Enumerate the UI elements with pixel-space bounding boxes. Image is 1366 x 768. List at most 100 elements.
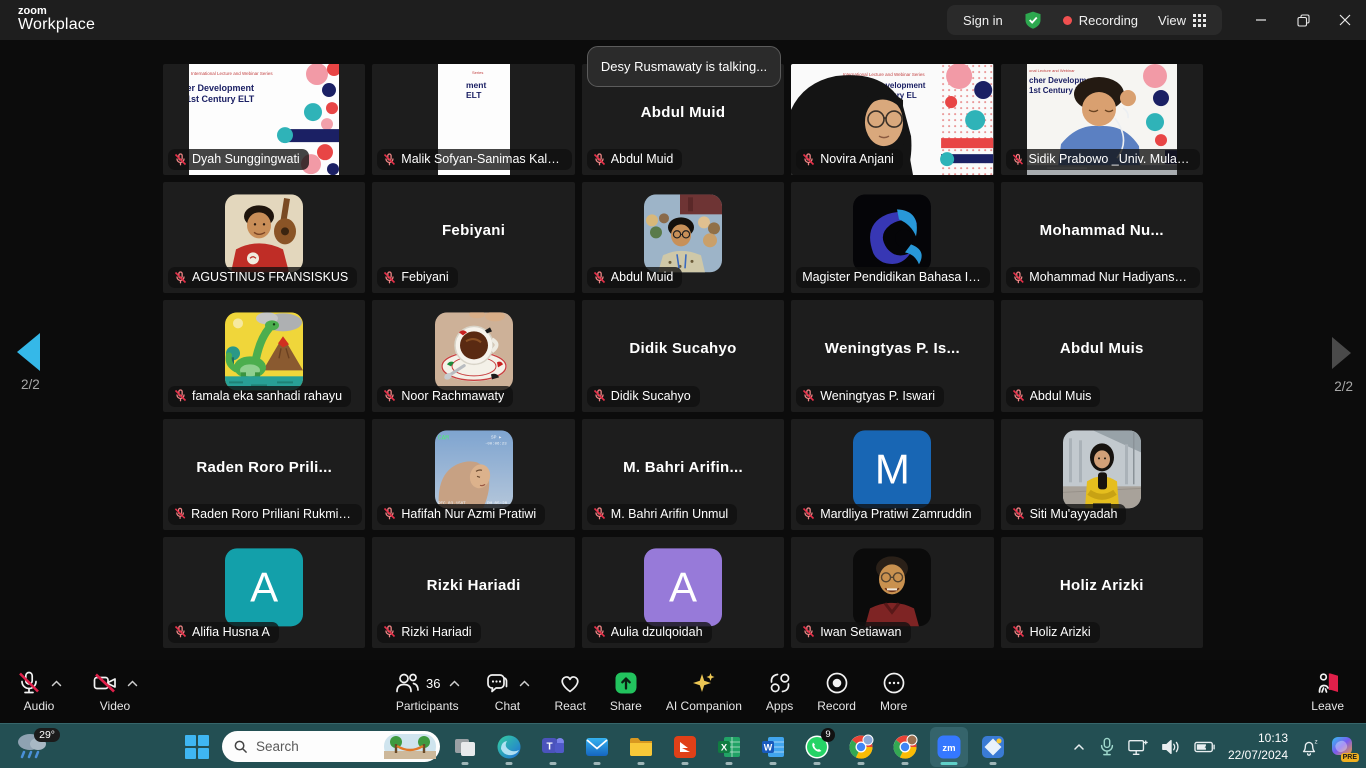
react-button[interactable]: React bbox=[552, 666, 587, 717]
record-button[interactable]: Record bbox=[815, 666, 858, 717]
view-button[interactable]: View bbox=[1158, 13, 1206, 28]
logo-workplace-text: Workplace bbox=[18, 17, 95, 34]
participant-tile[interactable]: M. Bahri Arifin...M. Bahri Arifin Unmul bbox=[582, 419, 784, 530]
participant-tile[interactable]: Weningtyas P. Is...Weningtyas P. Iswari bbox=[791, 300, 993, 411]
photos-taskbar-icon[interactable] bbox=[974, 727, 1012, 767]
recording-indicator[interactable]: Recording bbox=[1063, 13, 1138, 28]
participant-name: Iwan Setiawan bbox=[820, 625, 901, 639]
participant-tile[interactable]: Abdul MuisAbdul Muis bbox=[1001, 300, 1203, 411]
participant-tile[interactable]: International Lecture and Webinar Series… bbox=[163, 64, 365, 175]
share-button[interactable]: Share bbox=[608, 666, 644, 717]
running-indicator bbox=[462, 762, 469, 765]
minimize-button[interactable] bbox=[1240, 0, 1282, 40]
microphone-icon[interactable] bbox=[1098, 737, 1116, 757]
participant-nameplate: Sidik Prabowo _Univ. Mulawar... bbox=[1006, 149, 1200, 170]
participant-tile[interactable]: Holiz ArizkiHoliz Arizki bbox=[1001, 537, 1203, 648]
mic-muted-icon bbox=[1012, 271, 1025, 284]
mic-muted-icon bbox=[383, 389, 396, 402]
leave-button[interactable]: Leave bbox=[1309, 666, 1346, 717]
chat-button[interactable]: Chat bbox=[482, 666, 532, 717]
next-page-arrow[interactable] bbox=[1332, 337, 1351, 369]
zoom-taskbar-icon[interactable]: zm bbox=[930, 727, 968, 767]
battery-icon[interactable] bbox=[1193, 737, 1217, 757]
participant-tile[interactable]: Abdul Muid bbox=[582, 182, 784, 293]
ai-companion-button[interactable]: AI Companion bbox=[664, 666, 744, 717]
copilot-icon[interactable]: PRE bbox=[1330, 734, 1356, 760]
participant-nameplate: Novira Anjani bbox=[796, 149, 903, 170]
task-view-taskbar-icon[interactable] bbox=[446, 727, 484, 767]
chrome-1-taskbar-icon[interactable] bbox=[842, 727, 880, 767]
teams-taskbar-icon[interactable]: T bbox=[534, 727, 572, 767]
participant-name: Abdul Muis bbox=[1030, 389, 1092, 403]
excel-taskbar-icon[interactable]: X bbox=[710, 727, 748, 767]
whatsapp-taskbar-icon[interactable]: 9 bbox=[798, 727, 836, 767]
toolbar-button-label: Apps bbox=[766, 699, 793, 713]
participant-tile[interactable]: Series ment ELTMalik Sofyan-Sanimas Kalt… bbox=[372, 64, 574, 175]
participant-tile[interactable]: MMardliya Pratiwi Zamruddin bbox=[791, 419, 993, 530]
participant-nameplate: M. Bahri Arifin Unmul bbox=[587, 504, 737, 525]
participant-tile[interactable]: Iwan Setiawan bbox=[791, 537, 993, 648]
participant-tile[interactable]: AGUSTINUS FRANSISKUS bbox=[163, 182, 365, 293]
weather-widget[interactable]: 29° bbox=[14, 730, 60, 764]
previous-page-arrow[interactable] bbox=[17, 333, 40, 371]
restore-button[interactable] bbox=[1282, 0, 1324, 40]
chevron-up-icon[interactable] bbox=[127, 680, 138, 687]
mail-taskbar-icon[interactable] bbox=[578, 727, 616, 767]
audio-button[interactable]: Audio bbox=[14, 666, 64, 717]
explorer-taskbar-icon[interactable] bbox=[622, 727, 660, 767]
participant-name: Febiyani bbox=[401, 270, 448, 284]
participant-nameplate: Hafifah Nur Azmi Pratiwi bbox=[377, 504, 545, 525]
participant-display-name: M. Bahri Arifin... bbox=[582, 419, 784, 516]
chrome-2-taskbar-icon[interactable] bbox=[886, 727, 924, 767]
apps-button[interactable]: Apps bbox=[764, 666, 795, 717]
participant-tile[interactable]: famala eka sanhadi rahayu bbox=[163, 300, 365, 411]
participants-button[interactable]: 36Participants bbox=[392, 666, 462, 717]
taskbar-search-input[interactable]: Search bbox=[222, 731, 440, 762]
security-shield-icon[interactable] bbox=[1023, 10, 1043, 30]
participant-display-name: Holiz Arizki bbox=[1001, 537, 1203, 634]
running-indicator bbox=[506, 762, 513, 765]
participant-tile[interactable]: AAulia dzulqoidah bbox=[582, 537, 784, 648]
more-button[interactable]: More bbox=[878, 666, 909, 717]
svg-text:International Lecture and Webi: International Lecture and Webinar Series bbox=[191, 71, 273, 76]
edge-taskbar-icon[interactable] bbox=[490, 727, 528, 767]
participant-tile[interactable]: CAM SP ▸ -00:06:23 REC 03.158T PM 05:20H… bbox=[372, 419, 574, 530]
mic-muted-icon bbox=[593, 271, 606, 284]
participant-nameplate: Siti Mu'ayyadah bbox=[1006, 504, 1127, 525]
chevron-up-icon[interactable] bbox=[51, 680, 62, 687]
start-button[interactable] bbox=[178, 727, 216, 767]
search-placeholder: Search bbox=[256, 739, 376, 754]
chevron-up-icon[interactable] bbox=[449, 680, 460, 687]
word-taskbar-icon[interactable]: W bbox=[754, 727, 792, 767]
mic-muted-icon bbox=[383, 271, 396, 284]
participant-tile[interactable]: Raden Roro Prili...Raden Roro Priliani R… bbox=[163, 419, 365, 530]
search-daily-image[interactable] bbox=[384, 734, 436, 759]
participant-tile[interactable]: International Lecture and Webinar Series… bbox=[791, 64, 993, 175]
display-icon[interactable] bbox=[1127, 737, 1149, 757]
mic-muted-icon bbox=[1012, 507, 1025, 520]
participant-display-name: Febiyani bbox=[372, 182, 574, 279]
participant-tile[interactable]: Rizki HariadiRizki Hariadi bbox=[372, 537, 574, 648]
pdf-taskbar-icon[interactable] bbox=[666, 727, 704, 767]
participant-tile[interactable]: Mohammad Nu...Mohammad Nur Hadiyansyah bbox=[1001, 182, 1203, 293]
participant-tile[interactable]: AAlifia Husna A bbox=[163, 537, 365, 648]
participant-tile[interactable]: Noor Rachmawaty bbox=[372, 300, 574, 411]
chevron-up-icon[interactable] bbox=[1071, 739, 1087, 755]
participant-display-name: Didik Sucahyo bbox=[582, 300, 784, 397]
speaker-icon[interactable] bbox=[1160, 737, 1182, 757]
mic-muted-icon bbox=[802, 153, 815, 166]
participant-nameplate: Abdul Muis bbox=[1006, 386, 1101, 407]
participant-tile[interactable]: Magister Pendidikan Bahasa Ing... bbox=[791, 182, 993, 293]
participant-name: Abdul Muid bbox=[611, 152, 674, 166]
participant-tile[interactable]: Didik SucahyoDidik Sucahyo bbox=[582, 300, 784, 411]
zoom-workplace-logo: zoom Workplace bbox=[0, 6, 95, 34]
participant-tile[interactable]: onal Lecture and Webinar cher Developme … bbox=[1001, 64, 1203, 175]
chevron-up-icon[interactable] bbox=[519, 680, 530, 687]
taskbar-clock[interactable]: 10:1322/07/2024 bbox=[1228, 730, 1288, 762]
close-button[interactable] bbox=[1324, 0, 1366, 40]
participant-tile[interactable]: Siti Mu'ayyadah bbox=[1001, 419, 1203, 530]
participant-tile[interactable]: FebiyaniFebiyani bbox=[372, 182, 574, 293]
bell-snooze-icon[interactable]: z bbox=[1299, 737, 1319, 757]
sign-in-button[interactable]: Sign in bbox=[963, 13, 1003, 28]
video-button[interactable]: Video bbox=[90, 666, 140, 717]
